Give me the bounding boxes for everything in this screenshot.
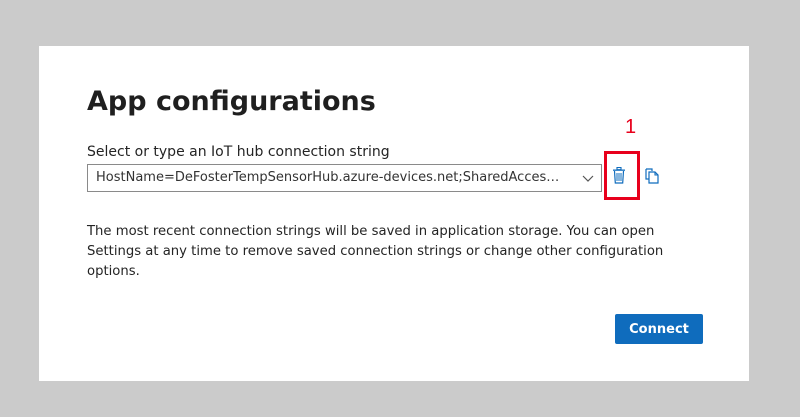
connection-string-label: Select or type an IoT hub connection str… — [87, 144, 390, 160]
copy-icon — [645, 167, 659, 189]
connect-button[interactable]: Connect — [615, 314, 703, 344]
storage-description: The most recent connection strings will … — [87, 224, 664, 279]
connection-string-input[interactable]: HostName=DeFosterTempSensorHub.azure-dev… — [96, 165, 566, 191]
dialog-title: App configurations — [87, 86, 376, 117]
app-configurations-dialog: App configurations Select or type an IoT… — [39, 46, 749, 381]
callout-number: 1 — [625, 116, 637, 138]
copy-connection-button[interactable] — [643, 167, 661, 189]
connection-string-combobox[interactable]: HostName=DeFosterTempSensorHub.azure-dev… — [87, 164, 602, 192]
callout-highlight-box — [604, 151, 640, 200]
chevron-down-icon[interactable] — [581, 171, 595, 185]
